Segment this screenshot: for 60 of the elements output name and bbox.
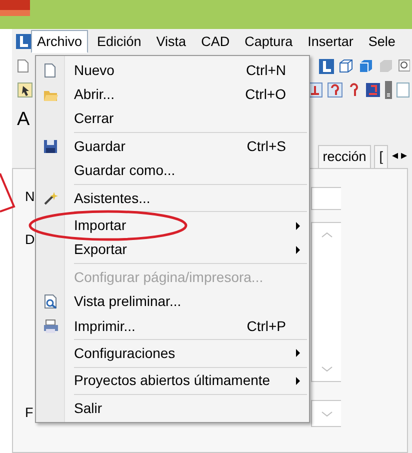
tab-scroll-arrow[interactable]: ▸ bbox=[401, 146, 407, 164]
menu-item[interactable]: Guardar como... bbox=[36, 158, 309, 183]
menu-item[interactable]: Nuevo Ctrl+N bbox=[36, 58, 309, 82]
menu-item-label: Guardar como... bbox=[74, 161, 176, 180]
menu-item-label: Guardar bbox=[74, 136, 126, 156]
menu-item-label: Proyectos abiertos últimamente bbox=[74, 371, 272, 390]
wand-icon bbox=[43, 190, 59, 206]
menu-item[interactable]: Vista preliminar... bbox=[36, 290, 309, 314]
section-letter: A bbox=[17, 108, 30, 132]
menu-item[interactable]: Cerrar bbox=[36, 106, 309, 132]
menu-item[interactable]: Guardar Ctrl+S bbox=[36, 134, 309, 159]
field-label: N bbox=[24, 188, 36, 206]
arrow-annotation bbox=[0, 173, 16, 212]
tab-scroll-arrow[interactable]: ◂ bbox=[392, 146, 398, 164]
printer-icon bbox=[43, 318, 59, 334]
menu-item[interactable]: Imprimir... Ctrl+P bbox=[36, 314, 309, 338]
menu-item[interactable]: Abrir... Ctrl+O bbox=[36, 82, 309, 107]
menu-item-label: Nuevo bbox=[74, 60, 116, 80]
select-icon[interactable] bbox=[17, 82, 33, 98]
menu-item[interactable]: Exportar bbox=[36, 238, 309, 262]
menu-item[interactable]: Configuraciones bbox=[36, 341, 309, 366]
cube-icon[interactable] bbox=[358, 58, 374, 74]
menu-item[interactable]: Archivo bbox=[31, 30, 88, 53]
overflow-icon[interactable] bbox=[385, 81, 392, 99]
page-icon[interactable] bbox=[17, 59, 29, 73]
menu-item[interactable]: Asistentes... bbox=[36, 186, 309, 210]
shortcut-text: Ctrl+N bbox=[246, 60, 286, 80]
menu-item-label: Abrir... bbox=[74, 85, 116, 104]
app-icon bbox=[0, 0, 30, 16]
shortcut-text: Ctrl+P bbox=[246, 316, 286, 336]
menu-item-label: Imprimir... bbox=[74, 316, 136, 336]
menu-item-label: Vista preliminar... bbox=[74, 292, 182, 312]
menu-item[interactable]: CAD bbox=[195, 30, 236, 53]
menu-item[interactable]: Salir bbox=[36, 396, 309, 420]
menu-item-label: Salir bbox=[74, 398, 104, 418]
field-label: F bbox=[24, 404, 34, 422]
menu-item[interactable]: Edición bbox=[91, 30, 148, 53]
field-label: D bbox=[25, 232, 35, 247]
menu-item[interactable]: Proyectos abiertos últimamente bbox=[36, 368, 309, 394]
menu-item[interactable]: Insertar bbox=[302, 30, 360, 53]
menu-item[interactable]: Importar bbox=[36, 213, 309, 238]
menu-item[interactable]: Captura bbox=[238, 30, 299, 53]
tab[interactable]: rección bbox=[318, 145, 372, 168]
menu-item[interactable]: Sele bbox=[362, 30, 402, 53]
menu-item-label: Configuraciones bbox=[74, 344, 176, 363]
box-icon[interactable] bbox=[338, 58, 354, 74]
tab[interactable]: [ bbox=[374, 145, 388, 168]
shortcut-text: Ctrl+O bbox=[245, 85, 286, 104]
menu-item-label: Asistentes... bbox=[74, 188, 152, 208]
menu-item-label: Importar bbox=[74, 216, 128, 236]
text-field[interactable] bbox=[311, 187, 341, 210]
menu-item-label: Configurar página/impresora... bbox=[74, 268, 264, 287]
combo-box[interactable] bbox=[311, 400, 341, 427]
page-magnifier-icon bbox=[43, 294, 59, 310]
menu-item-label: Exportar bbox=[74, 240, 128, 260]
menu-item-label: Cerrar bbox=[74, 109, 115, 128]
l-shape-icon[interactable] bbox=[319, 58, 334, 74]
menu-item[interactable]: Vista bbox=[150, 30, 192, 53]
shortcut-text: Ctrl+S bbox=[246, 136, 286, 156]
app-logo-icon[interactable] bbox=[16, 34, 31, 49]
